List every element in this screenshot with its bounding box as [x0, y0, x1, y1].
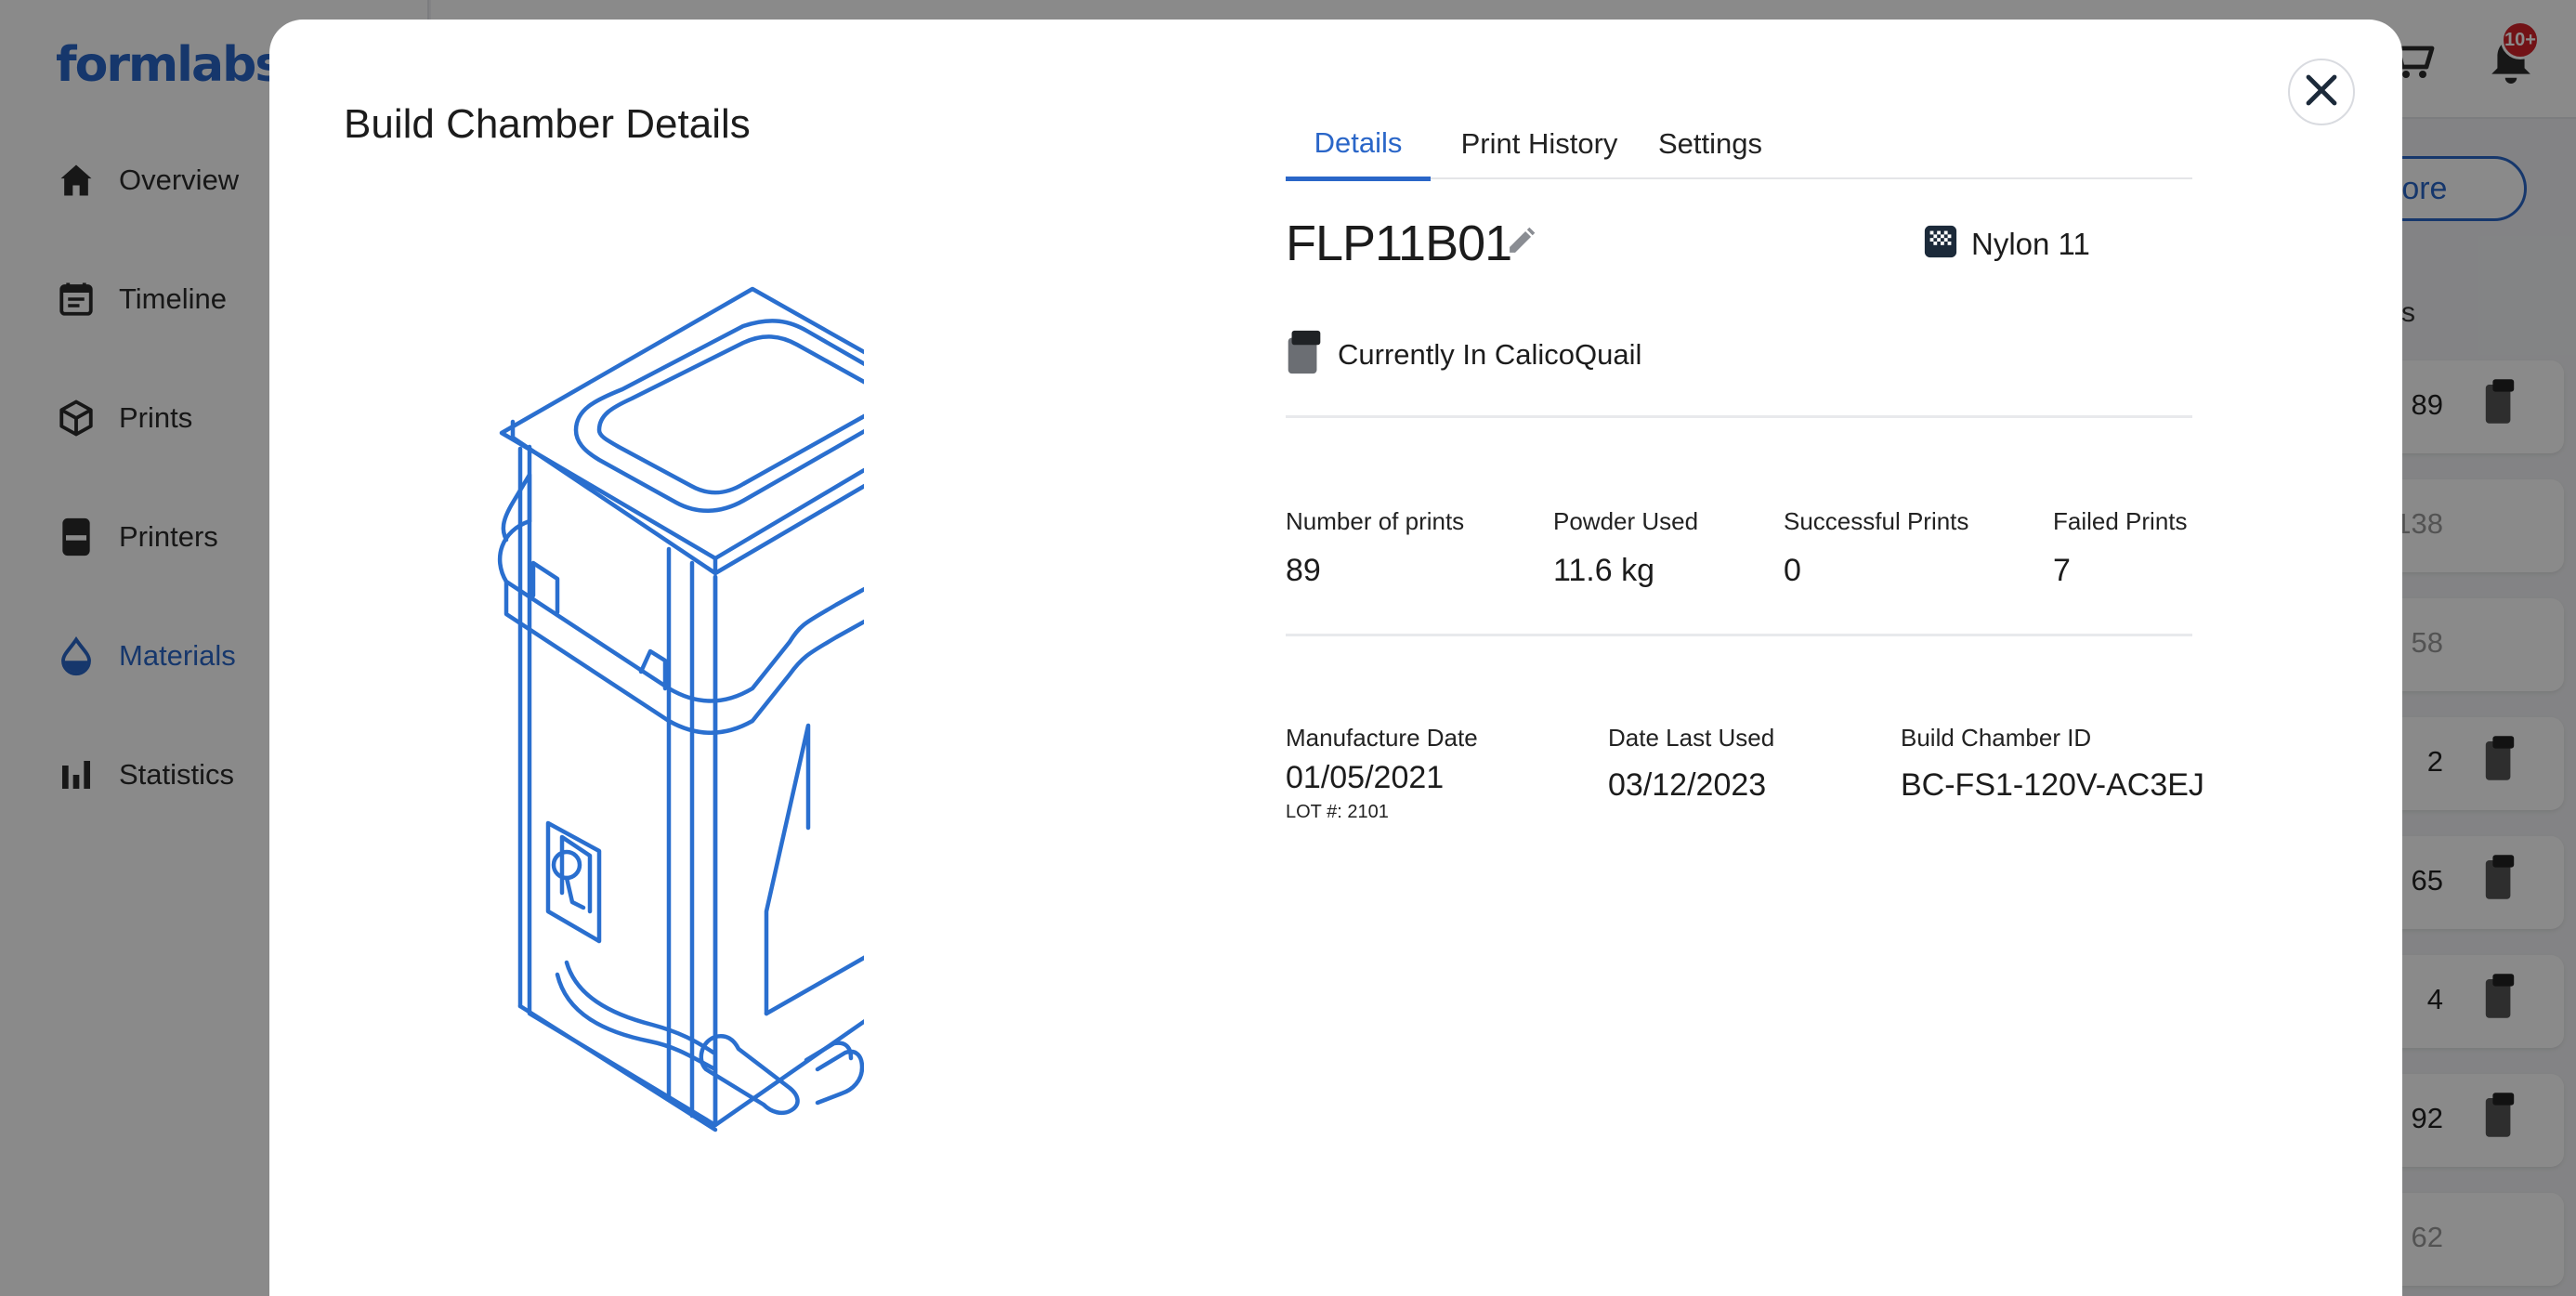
lot-number: LOT #: 2101 — [1286, 802, 1389, 822]
chamber-name: FLP11B01 — [1286, 216, 1512, 271]
tab-settings[interactable]: Settings — [1648, 109, 1772, 179]
manufacture-date: 01/05/2021 — [1286, 760, 1445, 795]
stat-value: 11.6 kg — [1553, 553, 1655, 588]
material-checker-icon — [1923, 224, 1958, 264]
build-chamber-illustration — [497, 286, 864, 1132]
stat-value: 0 — [1784, 553, 1801, 588]
stat-successful-prints: Successful Prints 0 — [1784, 507, 1968, 589]
last-used-block: Date Last Used 03/12/2023 — [1608, 724, 1774, 804]
last-used-date: 03/12/2023 — [1608, 767, 1767, 803]
material-name: Nylon 11 — [1971, 226, 2090, 261]
location-status: Currently In CalicoQuail — [1286, 329, 1641, 380]
build-chamber-details-modal: Build Chamber Details Details Print Hist… — [269, 20, 2402, 1296]
build-chamber-icon — [1286, 329, 1323, 380]
divider — [1286, 415, 2192, 418]
close-icon — [2303, 72, 2340, 113]
info-label: Date Last Used — [1608, 724, 1775, 752]
tab-bar: Details Print History Settings — [1286, 109, 2192, 181]
manufacture-date-block: Manufacture Date 01/05/2021 LOT #: 2101 — [1286, 724, 1478, 823]
stat-label: Powder Used — [1553, 507, 1699, 535]
divider — [1286, 634, 2192, 636]
stat-label: Number of prints — [1286, 507, 1465, 535]
stat-value: 89 — [1286, 553, 1321, 588]
material-badge: Nylon 11 — [1923, 224, 2090, 264]
chamber-id-block: Build Chamber ID BC-FS1-120V-AC3EJ — [1901, 724, 2204, 804]
info-label: Manufacture Date — [1286, 724, 1478, 752]
modal-title: Build Chamber Details — [344, 101, 751, 147]
stat-label: Failed Prints — [2053, 507, 2188, 535]
tab-print-history[interactable]: Print History — [1457, 109, 1622, 179]
stat-powder-used: Powder Used 11.6 kg — [1553, 507, 1698, 589]
info-label: Build Chamber ID — [1901, 724, 2092, 752]
tab-details[interactable]: Details — [1286, 109, 1431, 181]
stat-value: 7 — [2053, 553, 2071, 588]
stat-number-of-prints: Number of prints 89 — [1286, 507, 1464, 589]
close-button[interactable] — [2288, 59, 2355, 125]
stat-label: Successful Prints — [1784, 507, 1969, 535]
location-label: Currently In CalicoQuail — [1338, 337, 1642, 371]
pencil-icon[interactable] — [1505, 226, 1536, 262]
stat-failed-prints: Failed Prints 7 — [2053, 507, 2188, 589]
chamber-id: BC-FS1-120V-AC3EJ — [1901, 767, 2204, 803]
